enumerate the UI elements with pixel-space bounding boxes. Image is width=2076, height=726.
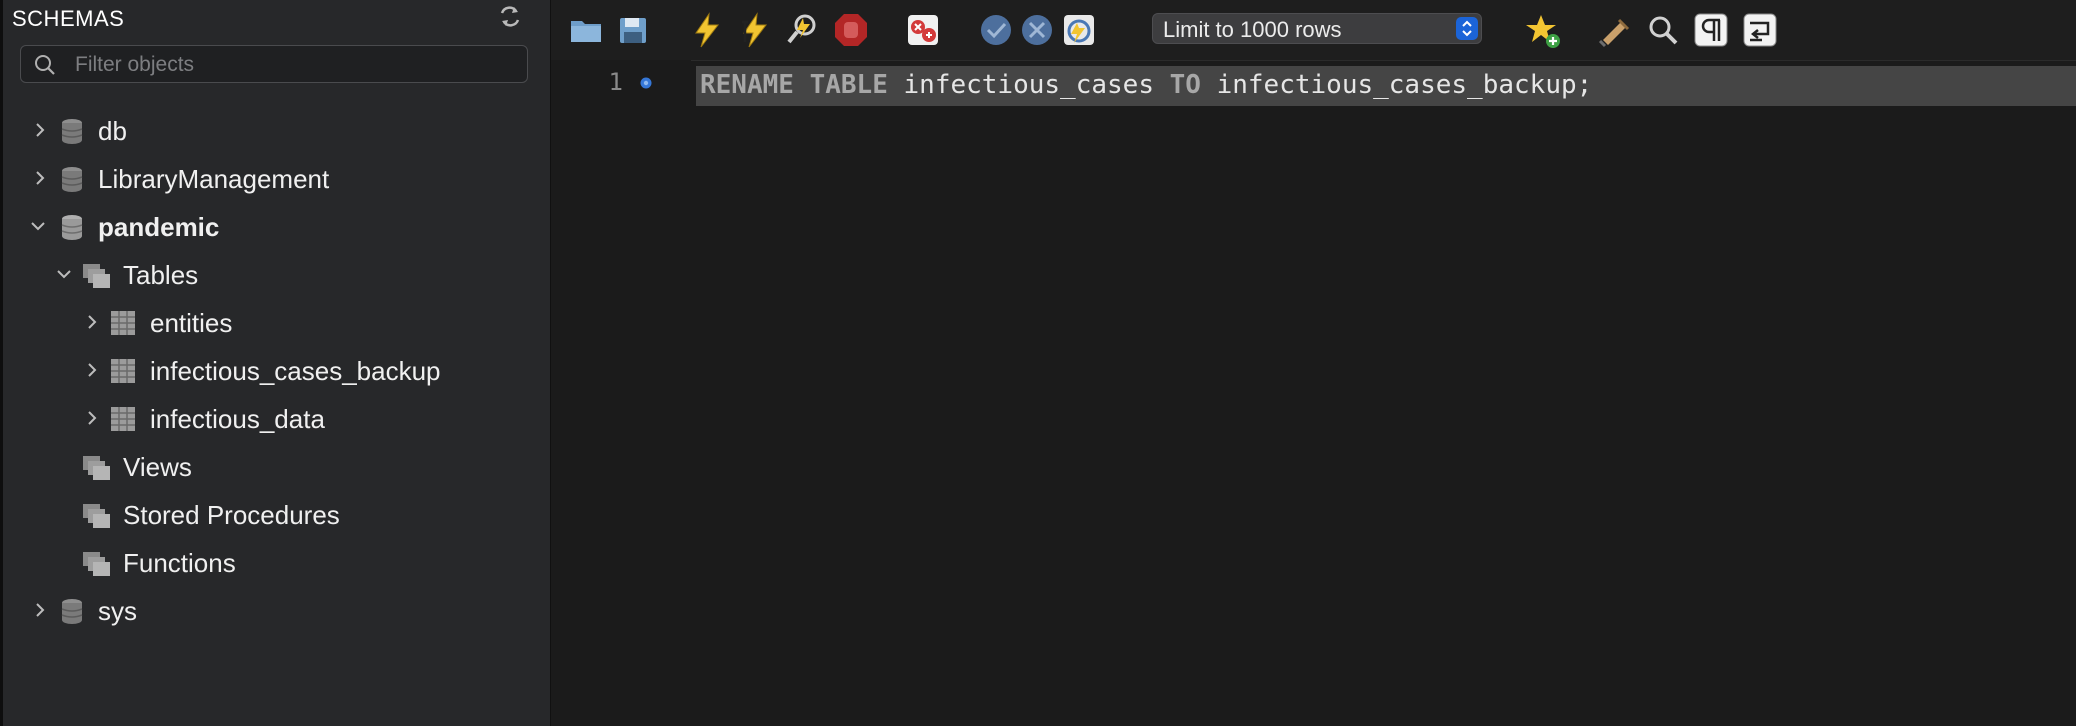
schema-librarymanagement[interactable]: LibraryManagement — [0, 159, 548, 199]
folder-stack-icon — [83, 456, 110, 480]
chevron-right-icon[interactable] — [82, 360, 102, 380]
sql-keyword: TO — [1169, 70, 1201, 100]
wrap-lines-icon[interactable] — [1740, 10, 1780, 50]
table-entities[interactable]: entities — [0, 303, 548, 343]
database-icon — [61, 599, 83, 624]
editor-toolbar: Limit to 1000 rows — [551, 0, 2076, 60]
tree-label: Functions — [123, 548, 236, 578]
tree-label: Views — [123, 452, 192, 482]
add-snippet-icon[interactable] — [1523, 10, 1563, 50]
limit-rows-label: Limit to 1000 rows — [1163, 17, 1342, 42]
chevron-right-icon[interactable] — [30, 120, 50, 140]
search-icon — [35, 55, 55, 75]
sql-statement[interactable]: RENAME TABLE infectious_cases TO infecti… — [700, 70, 1592, 100]
folder-stack-icon — [83, 504, 110, 528]
schema-sys[interactable]: sys — [0, 591, 548, 631]
database-icon — [61, 215, 83, 240]
tree-label: pandemic — [98, 212, 220, 242]
refresh-icon[interactable] — [496, 4, 524, 30]
code-line-1[interactable]: RENAME TABLE infectious_cases TO infecti… — [696, 66, 2076, 106]
table-icon — [111, 359, 135, 383]
select-stepper-icon — [1456, 17, 1478, 40]
line-number: 1 — [608, 68, 623, 96]
chevron-right-icon[interactable] — [30, 168, 50, 188]
table-icon — [111, 311, 135, 335]
limit-rows-select[interactable]: Limit to 1000 rows — [1152, 13, 1482, 44]
tree-label: LibraryManagement — [98, 164, 330, 194]
sql-keyword: TABLE — [809, 70, 888, 100]
chevron-down-icon[interactable] — [54, 264, 74, 284]
database-icon — [61, 167, 83, 192]
line-gutter — [551, 60, 691, 726]
tree-label: entities — [150, 308, 233, 338]
table-infectious-data[interactable]: infectious_data — [0, 399, 548, 439]
folder-stack-icon — [83, 264, 110, 288]
folder-stored-procedures[interactable]: Stored Procedures — [0, 495, 548, 535]
save-icon[interactable] — [613, 10, 653, 50]
statement-marker-icon[interactable] — [639, 76, 653, 90]
explain-icon[interactable] — [783, 10, 823, 50]
tree-label: Stored Procedures — [123, 500, 340, 530]
open-file-icon[interactable] — [567, 10, 607, 50]
stop-icon[interactable] — [831, 10, 871, 50]
sql-keyword: RENAME — [700, 70, 794, 100]
schemas-sidebar: SCHEMAS db LibraryManagement pandemic Ta… — [0, 0, 551, 726]
sql-editor-panel: Limit to 1000 rows 1 RENAME TABLE infect… — [551, 0, 2076, 726]
tree-label: infectious_data — [150, 404, 325, 434]
invisible-chars-icon[interactable] — [1691, 10, 1731, 50]
tree-label: infectious_cases_backup — [150, 356, 441, 386]
toggle-error-stop-icon[interactable] — [903, 10, 943, 50]
table-infectious-cases-backup[interactable]: infectious_cases_backup — [0, 351, 548, 391]
find-icon[interactable] — [1643, 10, 1683, 50]
chevron-right-icon[interactable] — [30, 600, 50, 620]
schemas-title: SCHEMAS — [12, 6, 125, 31]
commit-icon[interactable] — [976, 10, 1016, 50]
chevron-right-icon[interactable] — [82, 312, 102, 332]
execute-current-icon[interactable] — [735, 10, 775, 50]
folder-functions[interactable]: Functions — [0, 543, 548, 583]
filter-objects-input[interactable] — [73, 50, 517, 80]
schema-pandemic[interactable]: pandemic — [0, 207, 548, 247]
sql-identifier: infectious_cases — [903, 70, 1154, 100]
chevron-down-icon[interactable] — [28, 216, 48, 236]
rollback-icon[interactable] — [1017, 10, 1057, 50]
table-icon — [111, 407, 135, 431]
folder-tables[interactable]: Tables — [0, 255, 548, 295]
tree-label: db — [98, 116, 127, 146]
toolbar-divider — [551, 60, 2076, 61]
tree-label: Tables — [123, 260, 199, 290]
tree-label: sys — [98, 596, 137, 626]
folder-views[interactable]: Views — [0, 447, 548, 487]
database-icon — [61, 119, 83, 144]
execute-icon[interactable] — [687, 10, 727, 50]
beautify-icon[interactable] — [1595, 10, 1635, 50]
folder-stack-icon — [83, 552, 110, 576]
filter-objects-field[interactable] — [20, 45, 528, 83]
sql-identifier: infectious_cases_backup; — [1216, 70, 1593, 100]
chevron-right-icon[interactable] — [82, 408, 102, 428]
autocommit-icon[interactable] — [1059, 10, 1099, 50]
schema-db[interactable]: db — [0, 111, 548, 151]
